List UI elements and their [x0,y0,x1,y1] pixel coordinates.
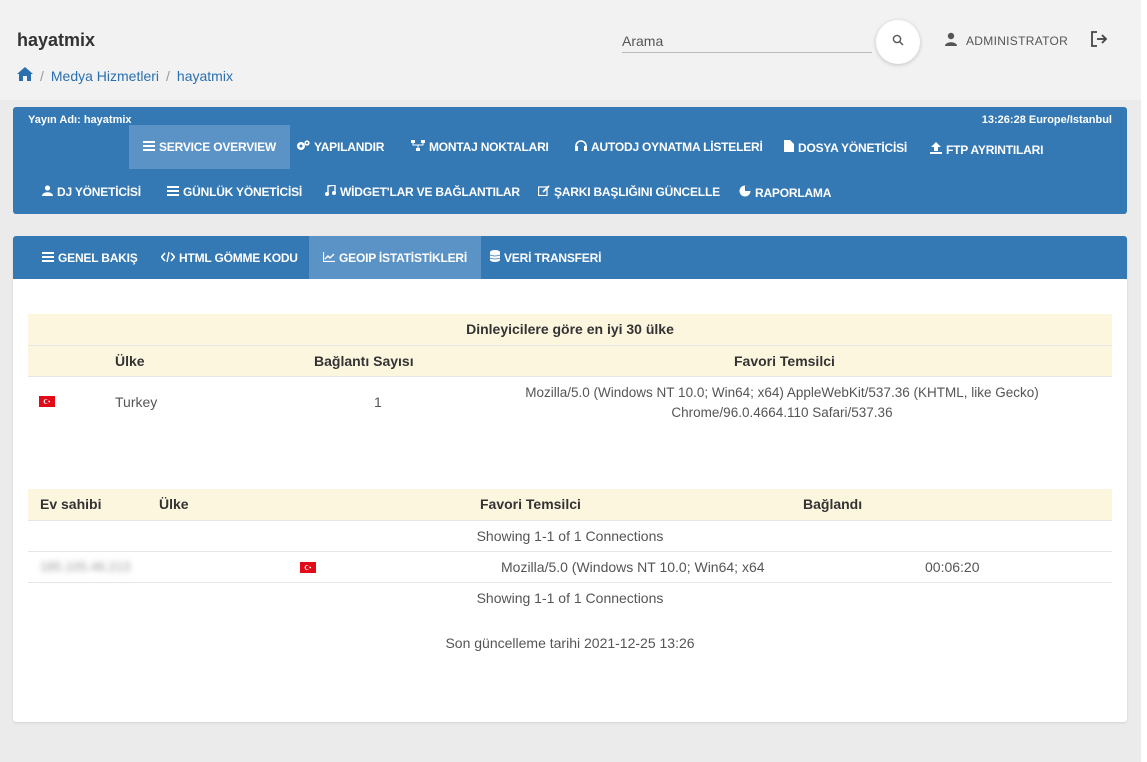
stream-name: Yayın Adı: hayatmix [28,114,132,126]
music-icon [325,184,336,199]
tab-general-overview[interactable]: GENEL BAKIŞ [42,236,138,279]
nav-log-manager[interactable]: GÜNLÜK YÖNETİCİSİ [167,185,302,199]
nav-label: RAPORLAMA [755,185,832,200]
nav-label: AUTODJ OYNATMA LİSTELERİ [591,140,763,154]
file-icon [784,140,794,155]
user-icon [42,185,53,199]
stream-panel: Yayın Adı: hayatmix 13:26:28 Europe/Ista… [13,107,1127,214]
content-card: GENEL BAKIŞ HTML GÖMME KODU GEOIP İSTATİ… [13,236,1127,722]
nav-file-manager[interactable]: DOSYA YÖNETİCİSİ [784,140,907,155]
nav-dj-manager[interactable]: DJ YÖNETİCİSİ [42,185,141,199]
column-header-user-agent: Favori Temsilci [734,353,835,369]
list-icon [167,185,179,199]
database-icon [489,250,501,265]
page-title: hayatmix [17,30,96,50]
nav-label: FTP AYRINTILARI [946,142,1044,157]
nav-reporting[interactable]: RAPORLAMA [739,185,831,200]
search-button[interactable] [876,20,920,64]
table-header-row: Ev sahibi Ülke Favori Temsilci Bağlandı [28,489,1112,521]
line-chart-icon [322,251,335,265]
host-address: 185.105.46.213 [40,559,131,574]
pagination-row: Showing 1-1 of 1 Connections [28,583,1112,613]
tab-label: GENEL BAKIŞ [58,250,138,265]
nav-mount-points[interactable]: MONTAJ NOKTALARI [411,140,549,154]
nav-autodj-playlists[interactable]: AUTODJ OYNATMA LİSTELERİ [575,140,763,154]
tab-bar: GENEL BAKIŞ HTML GÖMME KODU GEOIP İSTATİ… [13,236,1127,279]
edit-icon [537,185,550,199]
nav-update-song-title[interactable]: ŞARKI BAŞLIĞINI GÜNCELLE [537,185,720,199]
column-header-connections: Bağlantı Sayısı [314,353,414,369]
tab-label: VERİ TRANSFERİ [504,250,602,265]
scrollbar-track[interactable] [1141,0,1147,762]
top-header: hayatmix / Medya Hizmetleri / hayatmix A… [0,0,1147,100]
connected-duration: 00:06:20 [925,559,980,575]
table-caption-row: Dinleyicilere göre en iyi 30 ülke [28,314,1112,346]
nav-label: SERVICE OVERVIEW [159,140,277,154]
nav-label: ŞARKI BAŞLIĞINI GÜNCELLE [554,185,720,199]
pie-chart-icon [739,185,751,200]
last-updated: Son güncelleme tarihi 2021-12-25 13:26 [445,635,695,651]
column-header-user-agent: Favori Temsilci [480,496,581,512]
user-agent: Mozilla/5.0 (Windows NT 10.0; Win64; x64… [482,383,1082,423]
user-agent: Mozilla/5.0 (Windows NT 10.0; Win64; x64 [501,559,765,575]
country-name: Turkey [115,394,158,410]
turkey-flag-icon [39,396,55,407]
sitemap-icon [411,140,425,154]
user-menu[interactable]: ADMINISTRATOR [944,32,1068,49]
sign-out-icon [1089,31,1109,52]
table-row: 185.105.46.213 Mozilla/5.0 (Windows NT 1… [28,552,1112,583]
stream-time: 13:26:28 Europe/Istanbul [981,114,1112,126]
nav-label: DJ YÖNETİCİSİ [57,185,141,199]
tab-label: HTML GÖMME KODU [179,250,298,265]
breadcrumb-separator: / [166,67,170,84]
list-icon [143,140,155,154]
nav-label: YAPILANDIR [314,140,385,154]
nav-widgets-links[interactable]: WİDGET'LAR VE BAĞLANTILAR [325,184,520,199]
breadcrumb: / Medya Hizmetleri / hayatmix [17,67,233,84]
breadcrumb-media-services[interactable]: Medya Hizmetleri [51,68,159,84]
nav-label: GÜNLÜK YÖNETİCİSİ [183,185,303,199]
user-icon [944,32,958,49]
breadcrumb-separator: / [40,67,44,84]
tab-label: GEOIP İSTATİSTİKLERİ [339,250,468,265]
breadcrumb-current[interactable]: hayatmix [177,68,233,84]
logout-button[interactable] [1089,30,1111,50]
list-icon [42,251,54,265]
user-name: ADMINISTRATOR [966,33,1069,48]
column-header-connected: Bağlandı [803,496,863,512]
home-icon[interactable] [17,67,33,84]
table-header-row: Ülke Bağlantı Sayısı Favori Temsilci [28,346,1112,377]
tab-data-transfer[interactable]: VERİ TRANSFERİ [489,236,602,279]
nav-label: MONTAJ NOKTALARI [429,140,549,154]
connection-count: 1 [374,394,382,410]
nav-ftp-details[interactable]: FTP AYRINTILARI [930,142,1043,157]
tab-geoip-stats[interactable]: GEOIP İSTATİSTİKLERİ [309,236,482,279]
tab-html-embed[interactable]: HTML GÖMME KODU [160,236,298,279]
nav-configure[interactable]: YAPILANDIR [296,140,384,154]
nav-label: WİDGET'LAR VE BAĞLANTILAR [340,185,520,199]
code-icon [160,251,176,265]
headphones-icon [575,140,587,154]
user-agent-line: Chrome/96.0.4664.110 Safari/537.36 [671,405,893,420]
table-row: Turkey 1 Mozilla/5.0 (Windows NT 10.0; W… [28,377,1112,427]
column-header-country: Ülke [115,353,145,369]
search-input[interactable]: Arama [622,30,872,53]
nav-label: DOSYA YÖNETİCİSİ [798,140,908,155]
pagination-info: Showing 1-1 of 1 Connections [476,590,664,606]
table-caption: Dinleyicilere göre en iyi 30 ülke [466,321,674,337]
upload-icon [930,142,942,157]
pagination-row: Showing 1-1 of 1 Connections [28,521,1112,552]
nav-service-overview[interactable]: SERVICE OVERVIEW [129,125,291,169]
cogs-icon [296,140,310,154]
column-header-host: Ev sahibi [40,496,102,512]
user-agent-line: Mozilla/5.0 (Windows NT 10.0; Win64; x64… [525,385,1039,400]
column-header-country: Ülke [159,496,189,512]
pagination-info: Showing 1-1 of 1 Connections [476,528,664,544]
turkey-flag-icon [300,562,316,573]
search-icon [892,33,904,51]
